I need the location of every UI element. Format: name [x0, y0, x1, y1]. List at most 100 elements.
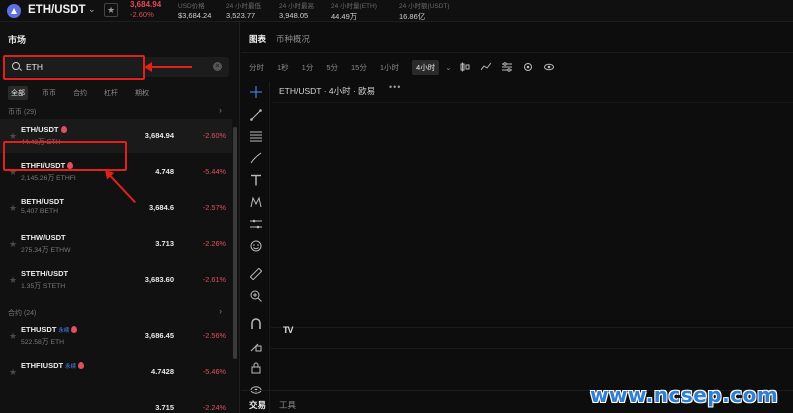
annotation-highlight-search	[3, 55, 145, 80]
interval-5m[interactable]: 5分	[326, 62, 338, 73]
row-symbol: STETH/USDT	[21, 269, 69, 278]
brush-icon[interactable]	[250, 152, 262, 164]
stat-24h-turnover: 24 小时额(USDT) 16.86亿	[399, 3, 450, 21]
watermark: www.ncsep.com	[590, 383, 779, 407]
trend-line-icon[interactable]	[250, 109, 262, 121]
favorite-star-icon[interactable]: ★	[104, 3, 118, 17]
eth-logo-icon	[7, 4, 21, 18]
row-price: 3,686.45	[144, 331, 174, 340]
list-item[interactable]: ★ ETHW/USDT 275.34万 ETHW 3.713 -2.26%	[0, 227, 232, 261]
list-item[interactable]: ★ STETH/USDT 1.35万 STETH 3,683.60 -2.61%	[0, 263, 232, 297]
annotation-arrow-search	[144, 62, 192, 72]
text-icon[interactable]	[250, 174, 262, 186]
gear-icon[interactable]	[523, 62, 533, 72]
interval-4h[interactable]: 4小时	[412, 59, 440, 75]
tab-chart[interactable]: 图表	[249, 33, 266, 45]
filter-spot[interactable]: 币币	[39, 86, 59, 100]
row-symbol: ETHW/USDT	[21, 233, 66, 242]
row-volume: 5,407 BETH	[21, 208, 59, 215]
list-item[interactable]: ★ ETHUSDT 永续 522.58万 ETH 3,686.45 -2.56%	[0, 319, 232, 353]
settings-icon[interactable]	[501, 62, 512, 72]
zoom-icon[interactable]	[250, 290, 262, 302]
row-change: -2.26%	[202, 239, 226, 248]
hot-fire-icon	[71, 326, 78, 333]
filter-margin[interactable]: 杠杆	[101, 86, 121, 100]
chevron-right-icon[interactable]: ›	[219, 105, 222, 115]
row-change: -2.60%	[202, 131, 226, 140]
interval-1h[interactable]: 1小时	[380, 62, 399, 73]
tradingview-logo: TV	[283, 325, 294, 335]
star-icon[interactable]: ★	[9, 275, 17, 286]
filter-contract[interactable]: 合约	[70, 86, 90, 100]
chevron-right-icon[interactable]: ›	[219, 306, 222, 316]
hot-fire-icon	[78, 362, 85, 369]
chevron-down-icon[interactable]: ⌄	[88, 4, 96, 15]
eye-icon[interactable]	[543, 62, 554, 72]
row-price: 4.748	[155, 167, 174, 176]
row-volume: 522.58万 ETH	[21, 339, 65, 346]
pair-title[interactable]: ETH/USDT	[28, 4, 86, 16]
fib-icon[interactable]	[250, 130, 262, 142]
list-item[interactable]: ★ BETH/USDT 5,407 BETH 3,684.6 -2.57%	[0, 191, 232, 225]
ruler-icon[interactable]	[250, 268, 262, 280]
tab-trade[interactable]: 交易	[249, 399, 266, 411]
more-icon[interactable]: •••	[389, 82, 401, 92]
lock-icon[interactable]	[250, 362, 262, 374]
divider	[271, 348, 793, 349]
row-volume: 1.35万 STETH	[21, 283, 66, 290]
star-icon[interactable]: ★	[9, 203, 17, 214]
tab-coin-overview[interactable]: 币种概况	[276, 33, 310, 45]
star-icon[interactable]: ★	[9, 331, 17, 342]
top-bar: ETH/USDT ⌄ ★ 3,684.94 -2.60% USD价格 $3,684…	[0, 0, 793, 22]
market-scrollbar[interactable]	[233, 127, 237, 359]
interval-toolbar: 分时 1秒 1分 5分 15分 1小时 4小时 ⌄	[249, 59, 565, 75]
filter-all[interactable]: 全部	[8, 86, 28, 100]
row-change: -5.46%	[202, 367, 226, 376]
row-symbol: BETH/USDT	[21, 197, 64, 206]
perpetual-badge: 永续	[65, 364, 77, 370]
row-symbol: ETH/USDT	[21, 125, 67, 134]
stat-24h-high: 24 小时最高 3,948.05	[279, 3, 315, 20]
market-panel: 市场 ETH × 全部 币币 合约 杠杆 期权 币币 (29) › ★ ETH/…	[0, 22, 240, 413]
chart-canvas[interactable]	[271, 102, 793, 390]
interval-15m[interactable]: 15分	[351, 62, 367, 73]
tab-tools[interactable]: 工具	[279, 399, 296, 411]
row-price: 3,684.94	[144, 131, 174, 140]
clear-icon[interactable]: ×	[213, 62, 222, 71]
row-price: 3,683.60	[144, 275, 174, 284]
stat-24h-low: 24 小时最低 3,523.77	[226, 3, 262, 20]
hot-fire-icon	[60, 126, 67, 133]
list-item[interactable]: 3.715 -2.24%	[0, 391, 232, 413]
emoji-icon[interactable]	[250, 240, 262, 252]
crosshair-icon[interactable]	[250, 86, 262, 98]
measure-icon[interactable]	[250, 218, 262, 230]
row-price: 3.713	[155, 239, 174, 248]
header-price: 3,684.94	[130, 0, 162, 9]
list-item[interactable]: ★ ETHFIUSDT 永续 4.7428 -5.46%	[0, 355, 232, 389]
pattern-icon[interactable]	[250, 196, 262, 208]
row-symbol: ETHUSDT 永续	[21, 325, 78, 334]
interval-timeshare[interactable]: 分时	[249, 62, 264, 73]
magnet-icon[interactable]	[250, 318, 262, 330]
chart-panel: 图表 币种概况 分时 1秒 1分 5分 15分 1小时 4小时 ⌄ ETH/US…	[241, 22, 793, 413]
star-icon[interactable]: ★	[9, 239, 17, 250]
filter-options[interactable]: 期权	[132, 86, 152, 100]
section-contract-header: 合约 (24)	[8, 310, 37, 317]
row-symbol: ETHFIUSDT 永续	[21, 361, 85, 370]
interval-1m[interactable]: 1分	[302, 62, 314, 73]
indicator-icon[interactable]	[480, 62, 491, 72]
divider	[241, 52, 793, 53]
divider	[271, 327, 793, 328]
interval-1s[interactable]: 1秒	[277, 62, 289, 73]
row-volume: 275.34万 ETHW	[21, 247, 71, 254]
chevron-down-icon[interactable]: ⌄	[445, 63, 451, 72]
lock-draw-icon[interactable]	[250, 340, 262, 352]
row-change: -5.44%	[202, 167, 226, 176]
candle-type-icon[interactable]	[460, 62, 470, 72]
row-price: 4.7428	[151, 367, 174, 376]
row-change: -2.57%	[202, 203, 226, 212]
row-volume: 2,145.26万 ETHFI	[21, 175, 76, 182]
market-filter-tabs: 全部 币币 合约 杠杆 期权	[8, 86, 163, 100]
star-icon[interactable]: ★	[9, 367, 17, 378]
row-price: 3,684.6	[148, 203, 174, 212]
